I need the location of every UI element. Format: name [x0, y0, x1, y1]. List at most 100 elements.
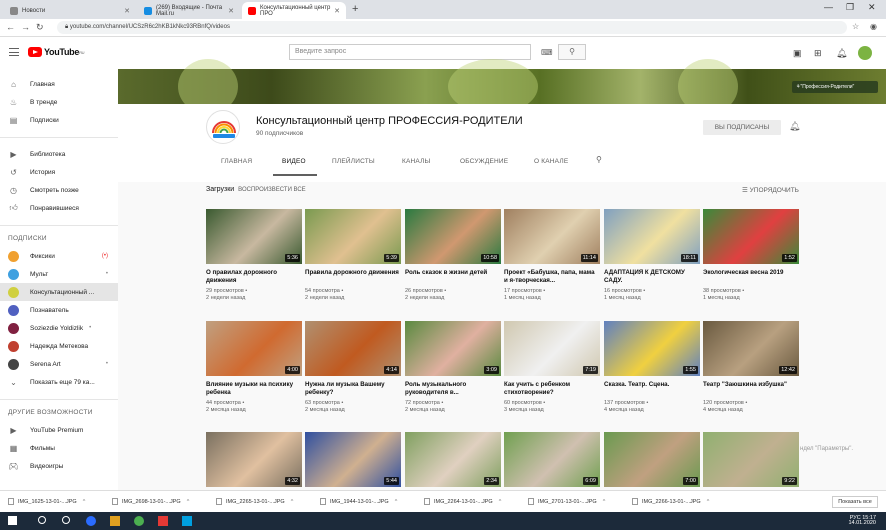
- video-thumbnail[interactable]: 10:58: [405, 209, 501, 264]
- play-all-button[interactable]: ВОСПРОИЗВЕСТИ ВСЕ: [238, 187, 306, 193]
- download-item[interactable]: IMG_1625-13-01-...JPG ^: [8, 498, 85, 505]
- back-icon[interactable]: ←: [6, 22, 15, 32]
- subscription-item[interactable]: Мульт •: [0, 265, 118, 283]
- subscription-item[interactable]: Soziezdie Yoldizlik •: [0, 319, 118, 337]
- new-tab-icon[interactable]: +: [352, 3, 358, 15]
- forward-icon[interactable]: →: [21, 22, 30, 32]
- sidebar-item-history[interactable]: ↺ История: [0, 163, 118, 181]
- video-thumbnail[interactable]: 5:36: [206, 209, 302, 264]
- video-thumbnail[interactable]: 11:14: [504, 209, 600, 264]
- sidebar-item-movies[interactable]: ▦ Фильмы: [0, 439, 118, 457]
- chevron-up-icon[interactable]: ^: [499, 499, 502, 505]
- browser-taskbar-icon[interactable]: [86, 516, 96, 526]
- video-title[interactable]: Роль музыкального руководителя в...: [405, 381, 501, 397]
- video-thumbnail[interactable]: 7:19: [504, 321, 600, 376]
- tab-discussion[interactable]: ОБСУЖДЕНИЕ: [460, 158, 508, 165]
- video-thumbnail[interactable]: 18:11: [604, 209, 700, 264]
- sort-button[interactable]: ☰ УПОРЯДОЧИТЬ: [742, 186, 799, 194]
- video-thumbnail[interactable]: 3:09: [405, 321, 501, 376]
- browser-tab-youtube[interactable]: Консультационный центр ПРО ✕: [242, 2, 346, 19]
- download-item[interactable]: IMG_2265-13-01-...JPG ^: [216, 498, 293, 505]
- video-thumbnail[interactable]: 5:44: [305, 432, 401, 487]
- show-all-downloads-button[interactable]: Показать все: [832, 496, 878, 508]
- url-field[interactable]: 🔒︎ youtube.com/channel/UCSzR6c2hKB1kNkc9…: [57, 21, 847, 34]
- reload-icon[interactable]: ↻: [36, 22, 44, 33]
- close-tab-icon[interactable]: ✕: [334, 7, 340, 15]
- app-taskbar-icon[interactable]: [158, 516, 168, 526]
- tab-channels[interactable]: КАНАЛЫ: [402, 158, 431, 165]
- sidebar-item-liked[interactable]: 👍︎ Понравившиеся: [0, 199, 118, 217]
- video-title[interactable]: Сказка. Театр. Сцена.: [604, 381, 700, 389]
- video-thumbnail[interactable]: 1:52: [703, 209, 799, 264]
- browser-tab-news[interactable]: Новости ✕: [4, 2, 136, 19]
- bookmark-star-icon[interactable]: ☆: [852, 22, 859, 31]
- tab-about[interactable]: О КАНАЛЕ: [534, 158, 568, 165]
- video-title[interactable]: Проект «Бабушка, папа, мама и я-творческ…: [504, 269, 600, 285]
- download-item[interactable]: IMG_2701-13-01-...JPG ^: [528, 498, 605, 505]
- sidebar-item-trending[interactable]: ♨ В тренде: [0, 93, 118, 111]
- video-title[interactable]: Влияние музыки на психику ребенка: [206, 381, 302, 397]
- tab-home[interactable]: ГЛАВНАЯ: [221, 158, 252, 165]
- video-title[interactable]: Как учить с ребенком стихотворение?: [504, 381, 600, 397]
- chrome-taskbar-icon[interactable]: [134, 516, 144, 526]
- uploads-title[interactable]: Загрузки: [206, 186, 234, 193]
- chevron-up-icon[interactable]: ^: [187, 499, 190, 505]
- video-thumbnail[interactable]: 2:34: [405, 432, 501, 487]
- file-explorer-icon[interactable]: [110, 516, 120, 526]
- video-thumbnail[interactable]: 7:00: [604, 432, 700, 487]
- video-thumbnail[interactable]: 6:09: [504, 432, 600, 487]
- video-thumbnail[interactable]: 4:32: [206, 432, 302, 487]
- video-title[interactable]: АДАПТАЦИЯ К ДЕТСКОМУ САДУ.: [604, 269, 700, 285]
- chevron-up-icon[interactable]: ^: [395, 499, 398, 505]
- video-thumbnail[interactable]: 9:22: [703, 432, 799, 487]
- video-thumbnail[interactable]: 5:39: [305, 209, 401, 264]
- show-more-button[interactable]: ⌄ Показать еще 79 ка...: [0, 373, 118, 391]
- tab-playlists[interactable]: ПЛЕЙЛИСТЫ: [332, 158, 375, 165]
- subscription-item[interactable]: Познаватель: [0, 301, 118, 319]
- video-title[interactable]: Экологическая весна 2019: [703, 269, 799, 277]
- download-item[interactable]: IMG_2264-13-01-...JPG ^: [424, 498, 501, 505]
- youtube-logo[interactable]: YouTube RU: [28, 47, 85, 57]
- video-thumbnail[interactable]: 12:42: [703, 321, 799, 376]
- search-icon[interactable]: [38, 516, 46, 524]
- subscribed-button[interactable]: ВЫ ПОДПИСАНЫ: [703, 120, 781, 135]
- video-title[interactable]: Правила дорожного движения: [305, 269, 401, 277]
- minimize-icon[interactable]: —: [824, 2, 833, 12]
- subscription-item[interactable]: Надежда Метекова: [0, 337, 118, 355]
- chevron-up-icon[interactable]: ^: [707, 499, 710, 505]
- chevron-up-icon[interactable]: ^: [83, 499, 86, 505]
- windows-start-icon[interactable]: [8, 516, 17, 525]
- download-item[interactable]: IMG_2698-13-01-...JPG ^: [112, 498, 189, 505]
- keyboard-icon[interactable]: ⌨: [541, 48, 553, 57]
- video-thumbnail[interactable]: 1:55: [604, 321, 700, 376]
- profile-icon[interactable]: ◉: [870, 22, 877, 31]
- subscription-item[interactable]: Консультационный ...: [0, 283, 118, 301]
- video-thumbnail[interactable]: 4:00: [206, 321, 302, 376]
- sidebar-item-watch-later[interactable]: ◷ Смотреть позже: [0, 181, 118, 199]
- subscription-item[interactable]: Serena Art •: [0, 355, 118, 373]
- download-item[interactable]: IMG_2266-13-01-...JPG ^: [632, 498, 709, 505]
- notifications-icon[interactable]: 🔔︎: [836, 48, 847, 59]
- close-window-icon[interactable]: ✕: [868, 2, 876, 13]
- account-avatar[interactable]: [858, 46, 872, 60]
- banner-link-button[interactable]: ⚘ "Профессия-Родители": [792, 81, 878, 93]
- apps-icon[interactable]: ⊞: [814, 48, 822, 59]
- sidebar-item-library[interactable]: ▶ Библиотека: [0, 145, 118, 163]
- tab-videos[interactable]: ВИДЕО: [282, 158, 306, 165]
- channel-search-icon[interactable]: ⚲: [596, 155, 602, 164]
- sidebar-item-premium[interactable]: ▶ YouTube Premium: [0, 421, 118, 439]
- sidebar-item-subscriptions[interactable]: ▤ Подписки: [0, 111, 118, 129]
- video-title[interactable]: Нужна ли музыка Вашему ребенку?: [305, 381, 401, 397]
- sidebar-item-home[interactable]: ⌂ Главная: [0, 75, 118, 93]
- video-title[interactable]: О правилах дорожного движения: [206, 269, 302, 285]
- close-tab-icon[interactable]: ✕: [124, 7, 130, 15]
- search-button[interactable]: ⚲: [558, 44, 586, 60]
- create-video-icon[interactable]: ▣: [793, 48, 802, 59]
- close-tab-icon[interactable]: ✕: [228, 7, 234, 15]
- sidebar-item-gaming[interactable]: 🎮︎ Видеоигры: [0, 457, 118, 475]
- subscription-item[interactable]: Фиксики (•): [0, 247, 118, 265]
- search-input[interactable]: Введите запрос: [289, 44, 531, 60]
- browser-tab-mail[interactable]: (269) Входящие - Почта Mail.ru ✕: [138, 2, 240, 19]
- system-tray[interactable]: РУС 15:17 14.01.2020: [848, 515, 876, 526]
- chevron-up-icon[interactable]: ^: [291, 499, 294, 505]
